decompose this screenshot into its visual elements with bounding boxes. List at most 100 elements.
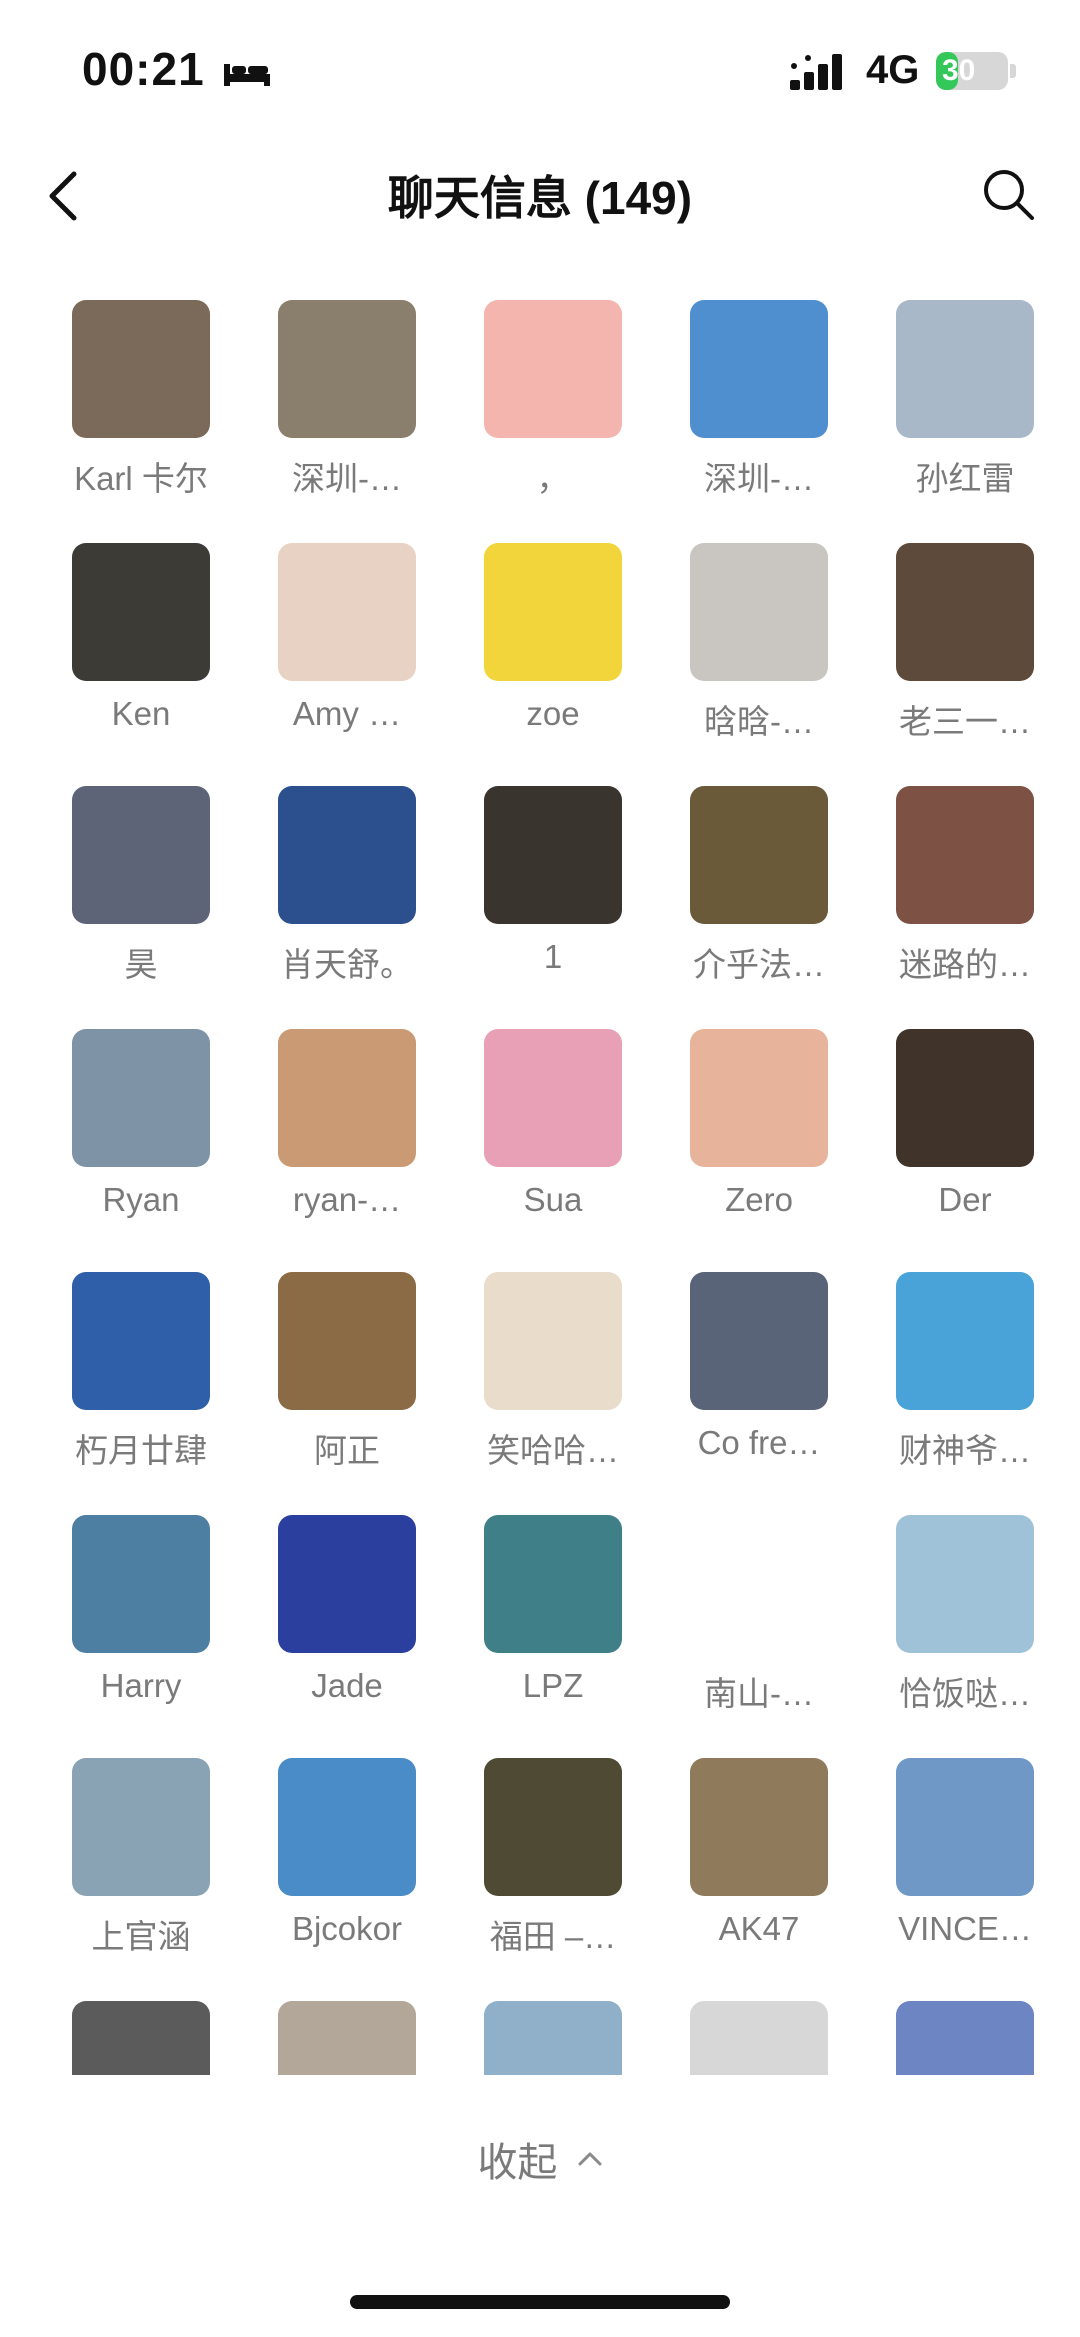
member-avatar[interactable] [278, 1029, 416, 1167]
member-item[interactable] [38, 2001, 244, 2075]
member-name: Zero [725, 1181, 793, 1218]
member-name: 朽月廿肆 [75, 1432, 207, 1469]
member-avatar[interactable] [690, 1515, 828, 1653]
member-avatar[interactable] [278, 786, 416, 924]
member-item[interactable]: 老三一… [862, 543, 1042, 786]
member-item[interactable]: Karl 卡尔 [38, 300, 244, 543]
member-avatar[interactable] [278, 1758, 416, 1896]
member-avatar[interactable] [278, 300, 416, 438]
member-item[interactable]: Zero [656, 1029, 862, 1272]
member-item[interactable]: Jade [244, 1515, 450, 1758]
member-item[interactable]: VINCE… [862, 1758, 1042, 2001]
member-name: 南山-… [704, 1675, 814, 1712]
member-avatar[interactable] [72, 1029, 210, 1167]
member-item[interactable]: 昊 [38, 786, 244, 1029]
member-avatar[interactable] [72, 2001, 210, 2075]
member-name: Ryan [102, 1181, 180, 1218]
chevron-up-icon [578, 2152, 602, 2166]
member-avatar[interactable] [690, 2001, 828, 2075]
member-avatar[interactable] [72, 543, 210, 681]
member-item[interactable]: 深圳-… [244, 300, 450, 543]
member-item[interactable]: 福田 –… [450, 1758, 656, 2001]
member-item[interactable]: Ken [38, 543, 244, 786]
member-name: Der [938, 1181, 992, 1218]
member-item[interactable]: 笑哈哈… [450, 1272, 656, 1515]
member-item[interactable]: Bjcokor [244, 1758, 450, 2001]
member-item[interactable]: Co fre… [656, 1272, 862, 1515]
member-avatar[interactable] [690, 1272, 828, 1410]
network-type: 4G [866, 48, 920, 92]
member-item[interactable]: 迷路的… [862, 786, 1042, 1029]
member-avatar[interactable] [278, 543, 416, 681]
member-avatar[interactable] [896, 1029, 1034, 1167]
member-avatar[interactable] [278, 2001, 416, 2075]
member-avatar[interactable] [72, 1515, 210, 1653]
member-item[interactable]: 孙红雷 [862, 300, 1042, 543]
member-item[interactable]: 1 [450, 786, 656, 1029]
member-avatar[interactable] [72, 786, 210, 924]
member-avatar[interactable] [896, 1758, 1034, 1896]
member-item[interactable] [450, 2001, 656, 2075]
member-avatar[interactable] [278, 1515, 416, 1653]
member-avatar[interactable] [484, 1272, 622, 1410]
search-icon[interactable] [980, 166, 1036, 222]
member-avatar[interactable] [484, 1758, 622, 1896]
member-item[interactable]: LPZ [450, 1515, 656, 1758]
member-item[interactable] [862, 2001, 1042, 2075]
member-item[interactable]: zoe [450, 543, 656, 786]
member-item[interactable]: ， [450, 300, 656, 543]
member-name: VINCE… [898, 1910, 1032, 1947]
member-avatar[interactable] [896, 2001, 1034, 2075]
member-avatar[interactable] [690, 1758, 828, 1896]
member-avatar[interactable] [896, 1272, 1034, 1410]
member-item[interactable]: 晗晗-… [656, 543, 862, 786]
collapse-button[interactable]: 收起 [0, 2130, 1080, 2188]
status-bar: 00:21 4G 30 [0, 0, 1080, 140]
member-item[interactable]: ryan-… [244, 1029, 450, 1272]
member-item[interactable] [656, 2001, 862, 2075]
member-item[interactable]: Ryan [38, 1029, 244, 1272]
member-item[interactable]: Amy … [244, 543, 450, 786]
member-name: Karl 卡尔 [74, 460, 208, 497]
member-avatar[interactable] [484, 1029, 622, 1167]
member-avatar[interactable] [278, 1272, 416, 1410]
member-name: Jade [311, 1667, 383, 1704]
member-item[interactable]: 南山-… [656, 1515, 862, 1758]
member-name: 上官涵 [91, 1918, 191, 1955]
member-name: Harry [100, 1667, 182, 1704]
member-name: 肖天舒。 [281, 946, 413, 983]
member-avatar[interactable] [484, 2001, 622, 2075]
member-avatar[interactable] [484, 543, 622, 681]
member-avatar[interactable] [484, 786, 622, 924]
member-avatar[interactable] [690, 1029, 828, 1167]
member-avatar[interactable] [72, 300, 210, 438]
member-item[interactable]: 深圳-… [656, 300, 862, 543]
member-grid: Karl 卡尔 深圳-… ， 深圳-… 孙红雷 Ken Amy … zoe 晗晗-… 老三一… 昊 肖… [38, 300, 1042, 2075]
member-avatar[interactable] [690, 300, 828, 438]
member-item[interactable]: 介乎法… [656, 786, 862, 1029]
collapse-label: 收起 [477, 2141, 558, 2185]
member-item[interactable]: 财神爷… [862, 1272, 1042, 1515]
member-item[interactable]: 上官涵 [38, 1758, 244, 2001]
member-item[interactable]: 肖天舒。 [244, 786, 450, 1029]
member-item[interactable]: 阿正 [244, 1272, 450, 1515]
member-item[interactable]: AK47 [656, 1758, 862, 2001]
member-item[interactable]: 恰饭哒… [862, 1515, 1042, 1758]
member-avatar[interactable] [72, 1272, 210, 1410]
member-avatar[interactable] [896, 543, 1034, 681]
member-avatar[interactable] [690, 786, 828, 924]
member-avatar[interactable] [896, 1515, 1034, 1653]
member-name: 介乎法… [693, 946, 825, 983]
member-avatar[interactable] [690, 543, 828, 681]
member-name: 昊 [124, 946, 158, 983]
member-avatar[interactable] [896, 300, 1034, 438]
member-item[interactable] [244, 2001, 450, 2075]
member-avatar[interactable] [72, 1758, 210, 1896]
member-avatar[interactable] [484, 300, 622, 438]
member-item[interactable]: Sua [450, 1029, 656, 1272]
member-avatar[interactable] [896, 786, 1034, 924]
member-avatar[interactable] [484, 1515, 622, 1653]
member-item[interactable]: 朽月廿肆 [38, 1272, 244, 1515]
member-item[interactable]: Der [862, 1029, 1042, 1272]
member-item[interactable]: Harry [38, 1515, 244, 1758]
